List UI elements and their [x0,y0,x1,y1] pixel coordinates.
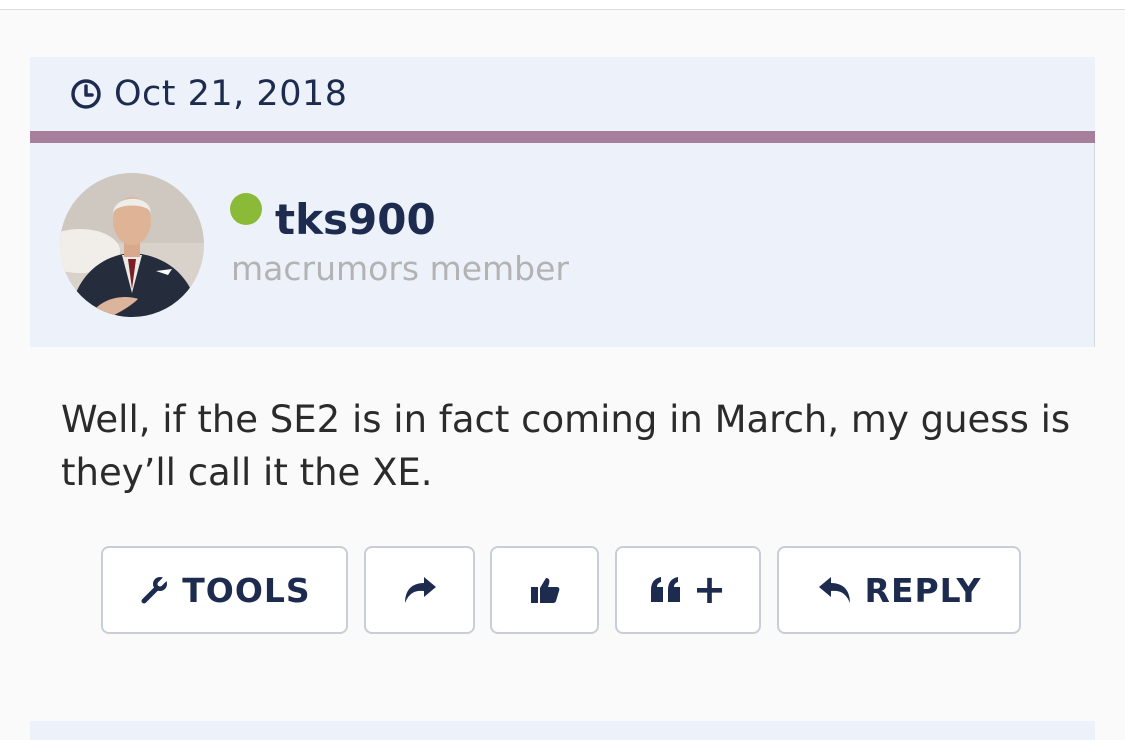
clock-icon [70,78,102,110]
share-icon [402,575,438,605]
tools-label: TOOLS [182,570,311,610]
accent-divider [30,131,1095,143]
reply-button[interactable]: REPLY [777,546,1021,634]
reply-icon [817,575,853,605]
next-post-block [30,721,1095,740]
post-message: Well, if the SE2 is in fact coming in Ma… [61,398,1071,494]
multiquote-button[interactable]: + [615,546,761,634]
avatar[interactable] [60,173,204,317]
quote-icon [649,576,683,604]
reply-label: REPLY [864,570,982,610]
multiquote-plus: + [692,567,728,613]
like-button[interactable] [490,546,599,634]
username[interactable]: tks900 [275,193,436,247]
post-date[interactable]: Oct 21, 2018 [114,74,348,114]
post-date-bar: Oct 21, 2018 [30,57,1095,131]
user-title: macrumors member [231,249,569,288]
wrench-icon [138,574,171,606]
online-status-dot [230,193,262,225]
thumbs-up-icon [529,574,561,606]
share-button[interactable] [364,546,475,634]
tools-button[interactable]: TOOLS [101,546,348,634]
user-panel: tks900 macrumors member [30,143,1095,347]
browser-top-edge [0,0,1125,10]
